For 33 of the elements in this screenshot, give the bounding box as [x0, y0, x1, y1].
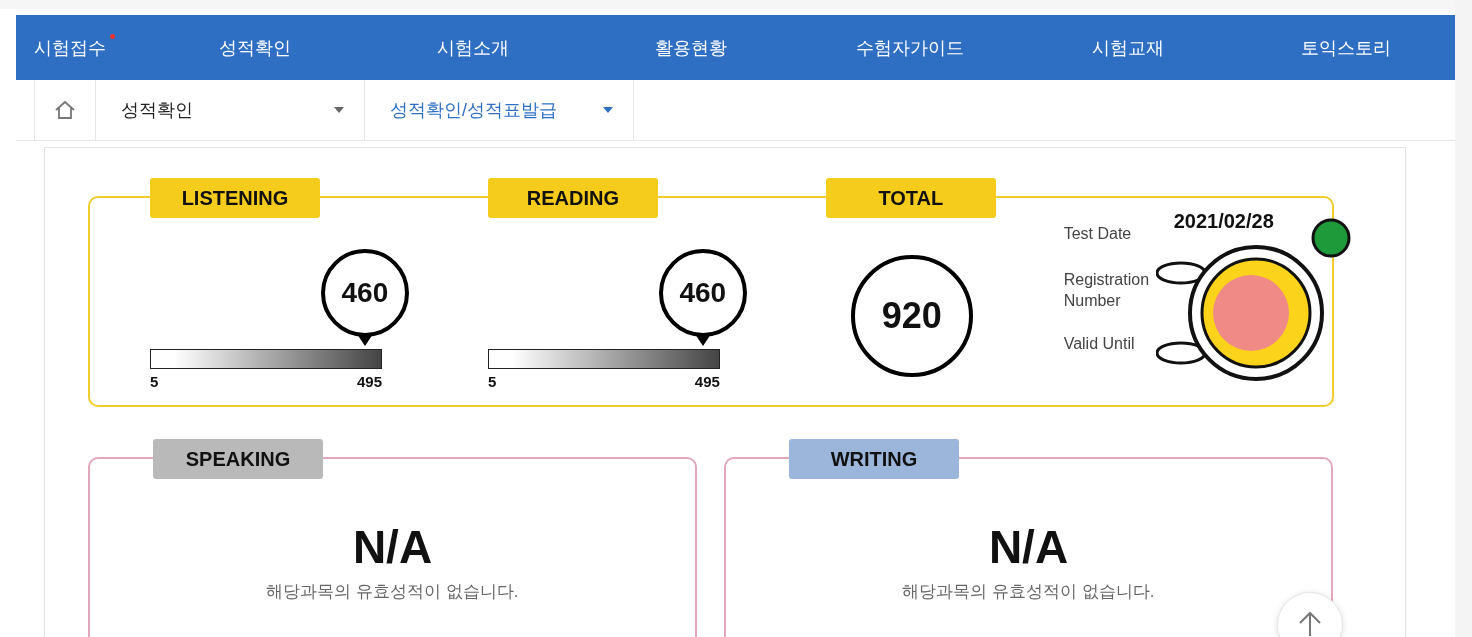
nav-link[interactable]: 수험자가이드 — [800, 35, 1019, 60]
nav-link[interactable]: 활용현황 — [582, 35, 801, 60]
total-score-circle: 920 — [850, 255, 973, 377]
scale-max: 495 — [694, 373, 720, 390]
nav-link[interactable]: 토익스토리 — [1236, 35, 1456, 60]
caret-icon — [334, 107, 344, 113]
section-label: TOTAL — [825, 178, 996, 218]
score-bubble: 460 — [658, 249, 747, 337]
new-dot-icon — [110, 33, 115, 39]
nav-link[interactable]: 시험교재 — [1018, 35, 1237, 60]
scale-max: 495 — [356, 373, 382, 390]
section-label: WRITING — [789, 439, 959, 479]
info-value: 2021/02/28 — [1173, 210, 1274, 233]
scale-min: 5 — [487, 373, 497, 390]
nav-link[interactable]: 성적확인 — [146, 35, 365, 60]
section-label: LISTENING — [150, 178, 320, 218]
no-score-message: 해당과목의 유효성적이 없습니다. — [902, 581, 1155, 603]
nav-link[interactable]: 시험접수 — [24, 35, 116, 60]
scale-min: 5 — [150, 373, 159, 390]
nav-link[interactable]: 시험소개 — [364, 35, 583, 60]
section-label: READING — [487, 178, 658, 218]
info-label: Registration Number — [1063, 270, 1151, 311]
home-icon — [54, 100, 76, 120]
section-label: SPEAKING — [153, 439, 323, 479]
score-value: N/A — [352, 520, 433, 574]
caret-icon — [603, 107, 613, 113]
info-label: Valid Until — [1063, 334, 1136, 354]
score-bubble: 460 — [320, 249, 409, 337]
score-value: N/A — [988, 520, 1069, 574]
info-label: Test Date — [1063, 224, 1133, 244]
up-arrow-icon — [1298, 611, 1322, 637]
no-score-message: 해당과목의 유효성적이 없습니다. — [266, 581, 519, 603]
home-button[interactable] — [34, 80, 96, 140]
